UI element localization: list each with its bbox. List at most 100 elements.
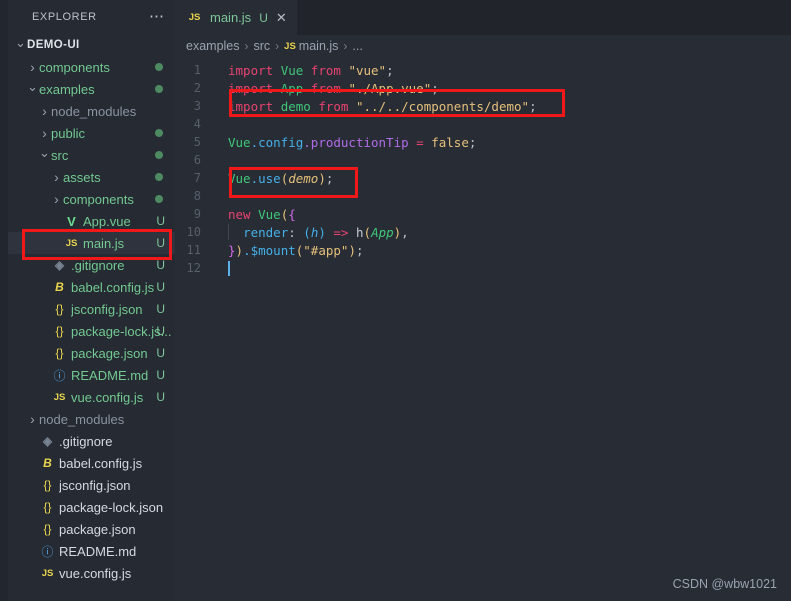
explorer-sidebar: EXPLORER ⋯ DEMO-UI components examples nod…	[8, 0, 175, 601]
tree-item-assets[interactable]: assets	[8, 166, 175, 188]
tree-item-label: src	[51, 147, 69, 163]
tree-item-main-js[interactable]: JS main.js U	[8, 232, 175, 254]
breadcrumb-item-src[interactable]: src	[254, 39, 271, 53]
code-text[interactable]: }).$mount("#app");	[219, 243, 364, 258]
tree-item-node-modules[interactable]: node_modules	[8, 100, 175, 122]
tree-item-label: App.vue	[83, 213, 131, 229]
token-app-arg: App	[371, 225, 394, 240]
token-render: render	[243, 225, 289, 240]
chevron-right-icon: ›	[244, 39, 249, 53]
git-status-badge: U	[156, 302, 165, 316]
git-file-icon: ◈	[54, 258, 65, 272]
close-icon[interactable]: ✕	[276, 11, 287, 24]
tree-item-babel-config-js[interactable]: Bbabel.config.js	[8, 452, 175, 474]
token-h-call: h	[356, 225, 364, 240]
tree-item-src[interactable]: src	[8, 144, 175, 166]
tree-item--gitignore[interactable]: ◈ .gitignore U	[8, 254, 175, 276]
tree-item-label: vue.config.js	[71, 389, 144, 405]
code-line-12: 12	[175, 259, 791, 277]
json-file-icon: {}	[55, 346, 64, 360]
token-import: import	[228, 80, 274, 96]
tree-item-components[interactable]: components	[8, 56, 175, 78]
token-import: import	[228, 98, 274, 114]
ellipsis-icon[interactable]: ⋯	[149, 9, 165, 24]
tree-item-public[interactable]: public	[8, 122, 175, 144]
chevron-right-icon[interactable]	[50, 192, 63, 206]
code-text[interactable]: render: (h) => h(App),	[219, 224, 409, 240]
tree-item-package-lock-json[interactable]: {} package-lock.json	[8, 496, 175, 518]
tree-item-vue-config-js[interactable]: JS vue.config.js	[8, 562, 175, 584]
line-number: 11	[186, 243, 201, 257]
token-from: from	[310, 80, 341, 96]
js-file-icon: JS	[41, 567, 54, 579]
breadcrumb-item-mainjs[interactable]: main.js	[299, 39, 339, 53]
code-text[interactable]: import Vue from "vue";	[219, 63, 394, 78]
tree-item-components[interactable]: components	[8, 188, 175, 210]
tree-root-demo-ui[interactable]: DEMO-UI	[8, 34, 175, 56]
token-app: App	[280, 80, 304, 96]
code-line-5: 5 Vue.config.productionTip = false;	[175, 133, 791, 151]
js-file-icon: JS	[188, 12, 201, 23]
chevron-down-icon[interactable]	[38, 149, 51, 162]
token-from: from	[318, 98, 349, 114]
token-demo: demo	[280, 98, 311, 114]
chevron-right-icon[interactable]	[38, 126, 51, 140]
tree-item-label: components	[39, 59, 110, 75]
code-text[interactable]: Vue.use(demo);	[219, 171, 333, 186]
tree-item-babel-config-js[interactable]: Bbabel.config.js U	[8, 276, 175, 298]
tab-main-js[interactable]: JS main.js U ✕	[175, 0, 298, 35]
tree-item-package-lock-js-[interactable]: {} package-lock.js... U	[8, 320, 175, 342]
js-file-icon: JS	[53, 391, 66, 403]
code-editor[interactable]: 1 import Vue from "vue"; 2 import App fr…	[175, 57, 791, 601]
code-text[interactable]	[219, 260, 230, 276]
babel-file-icon: B	[55, 280, 64, 294]
breadcrumb: examples › src › JS main.js › ...	[175, 35, 791, 57]
code-text[interactable]: new Vue({	[219, 207, 296, 222]
git-status-badge: U	[156, 280, 165, 294]
modified-dot-indicator	[155, 63, 163, 71]
code-text[interactable]: import demo from "../../components/demo"…	[219, 99, 537, 114]
code-lines: 1 import Vue from "vue"; 2 import App fr…	[175, 57, 791, 277]
vscode-window: EXPLORER ⋯ DEMO-UI components examples nod…	[0, 0, 791, 601]
tree-item-label: vue.config.js	[59, 565, 132, 581]
code-text[interactable]: import App from "./App.vue";	[219, 81, 439, 96]
chevron-down-icon[interactable]	[26, 83, 39, 96]
chevron-right-icon[interactable]	[26, 412, 39, 426]
tree-item-readme-md[interactable]: ⓘ README.md	[8, 540, 175, 562]
tree-item-package-json[interactable]: {} package.json	[8, 518, 175, 540]
chevron-right-icon[interactable]	[50, 170, 63, 184]
token-vue: Vue	[258, 206, 281, 222]
code-line-10: 10 render: (h) => h(App),	[175, 223, 791, 241]
tree-item-jsconfig-json[interactable]: {} jsconfig.json U	[8, 298, 175, 320]
json-file-icon: {}	[43, 500, 52, 514]
file-tree: DEMO-UI componentsexamplesnode_modulespu…	[8, 33, 175, 601]
explorer-title: EXPLORER	[32, 10, 97, 23]
token-productiontip: .productionTip	[303, 134, 409, 150]
tree-item-app-vue[interactable]: V App.vue U	[8, 210, 175, 232]
tree-item-node-modules[interactable]: node_modules	[8, 408, 175, 430]
token-semicolon: ;	[386, 62, 394, 78]
tree-item-label: node_modules	[39, 411, 125, 427]
tree-item--gitignore[interactable]: ◈ .gitignore	[8, 430, 175, 452]
explorer-header: EXPLORER ⋯	[8, 0, 175, 33]
tree-item-vue-config-js[interactable]: JS vue.config.js U	[8, 386, 175, 408]
token-string: "./App.vue"	[348, 80, 432, 96]
breadcrumb-item-more[interactable]: ...	[352, 39, 362, 53]
tree-item-readme-md[interactable]: ⓘ README.md U	[8, 364, 175, 386]
tree-item-examples[interactable]: examples	[8, 78, 175, 100]
tree-item-label: node_modules	[51, 103, 137, 119]
token-new: new	[228, 206, 251, 222]
chevron-right-icon[interactable]	[26, 60, 39, 74]
tree-item-package-json[interactable]: {} package.json U	[8, 342, 175, 364]
tree-item-label: main.js	[83, 235, 125, 251]
json-file-icon: {}	[55, 302, 64, 316]
chevron-right-icon[interactable]	[38, 104, 51, 118]
chevron-right-icon: ›	[343, 39, 348, 53]
git-status-badge: U	[156, 390, 165, 404]
tree-item-label: jsconfig.json	[71, 301, 143, 317]
json-file-icon: {}	[43, 522, 52, 536]
code-text[interactable]: Vue.config.productionTip = false;	[219, 135, 476, 150]
breadcrumb-item-examples[interactable]: examples	[186, 39, 240, 53]
chevron-down-icon[interactable]	[14, 39, 27, 52]
tree-item-jsconfig-json[interactable]: {} jsconfig.json	[8, 474, 175, 496]
